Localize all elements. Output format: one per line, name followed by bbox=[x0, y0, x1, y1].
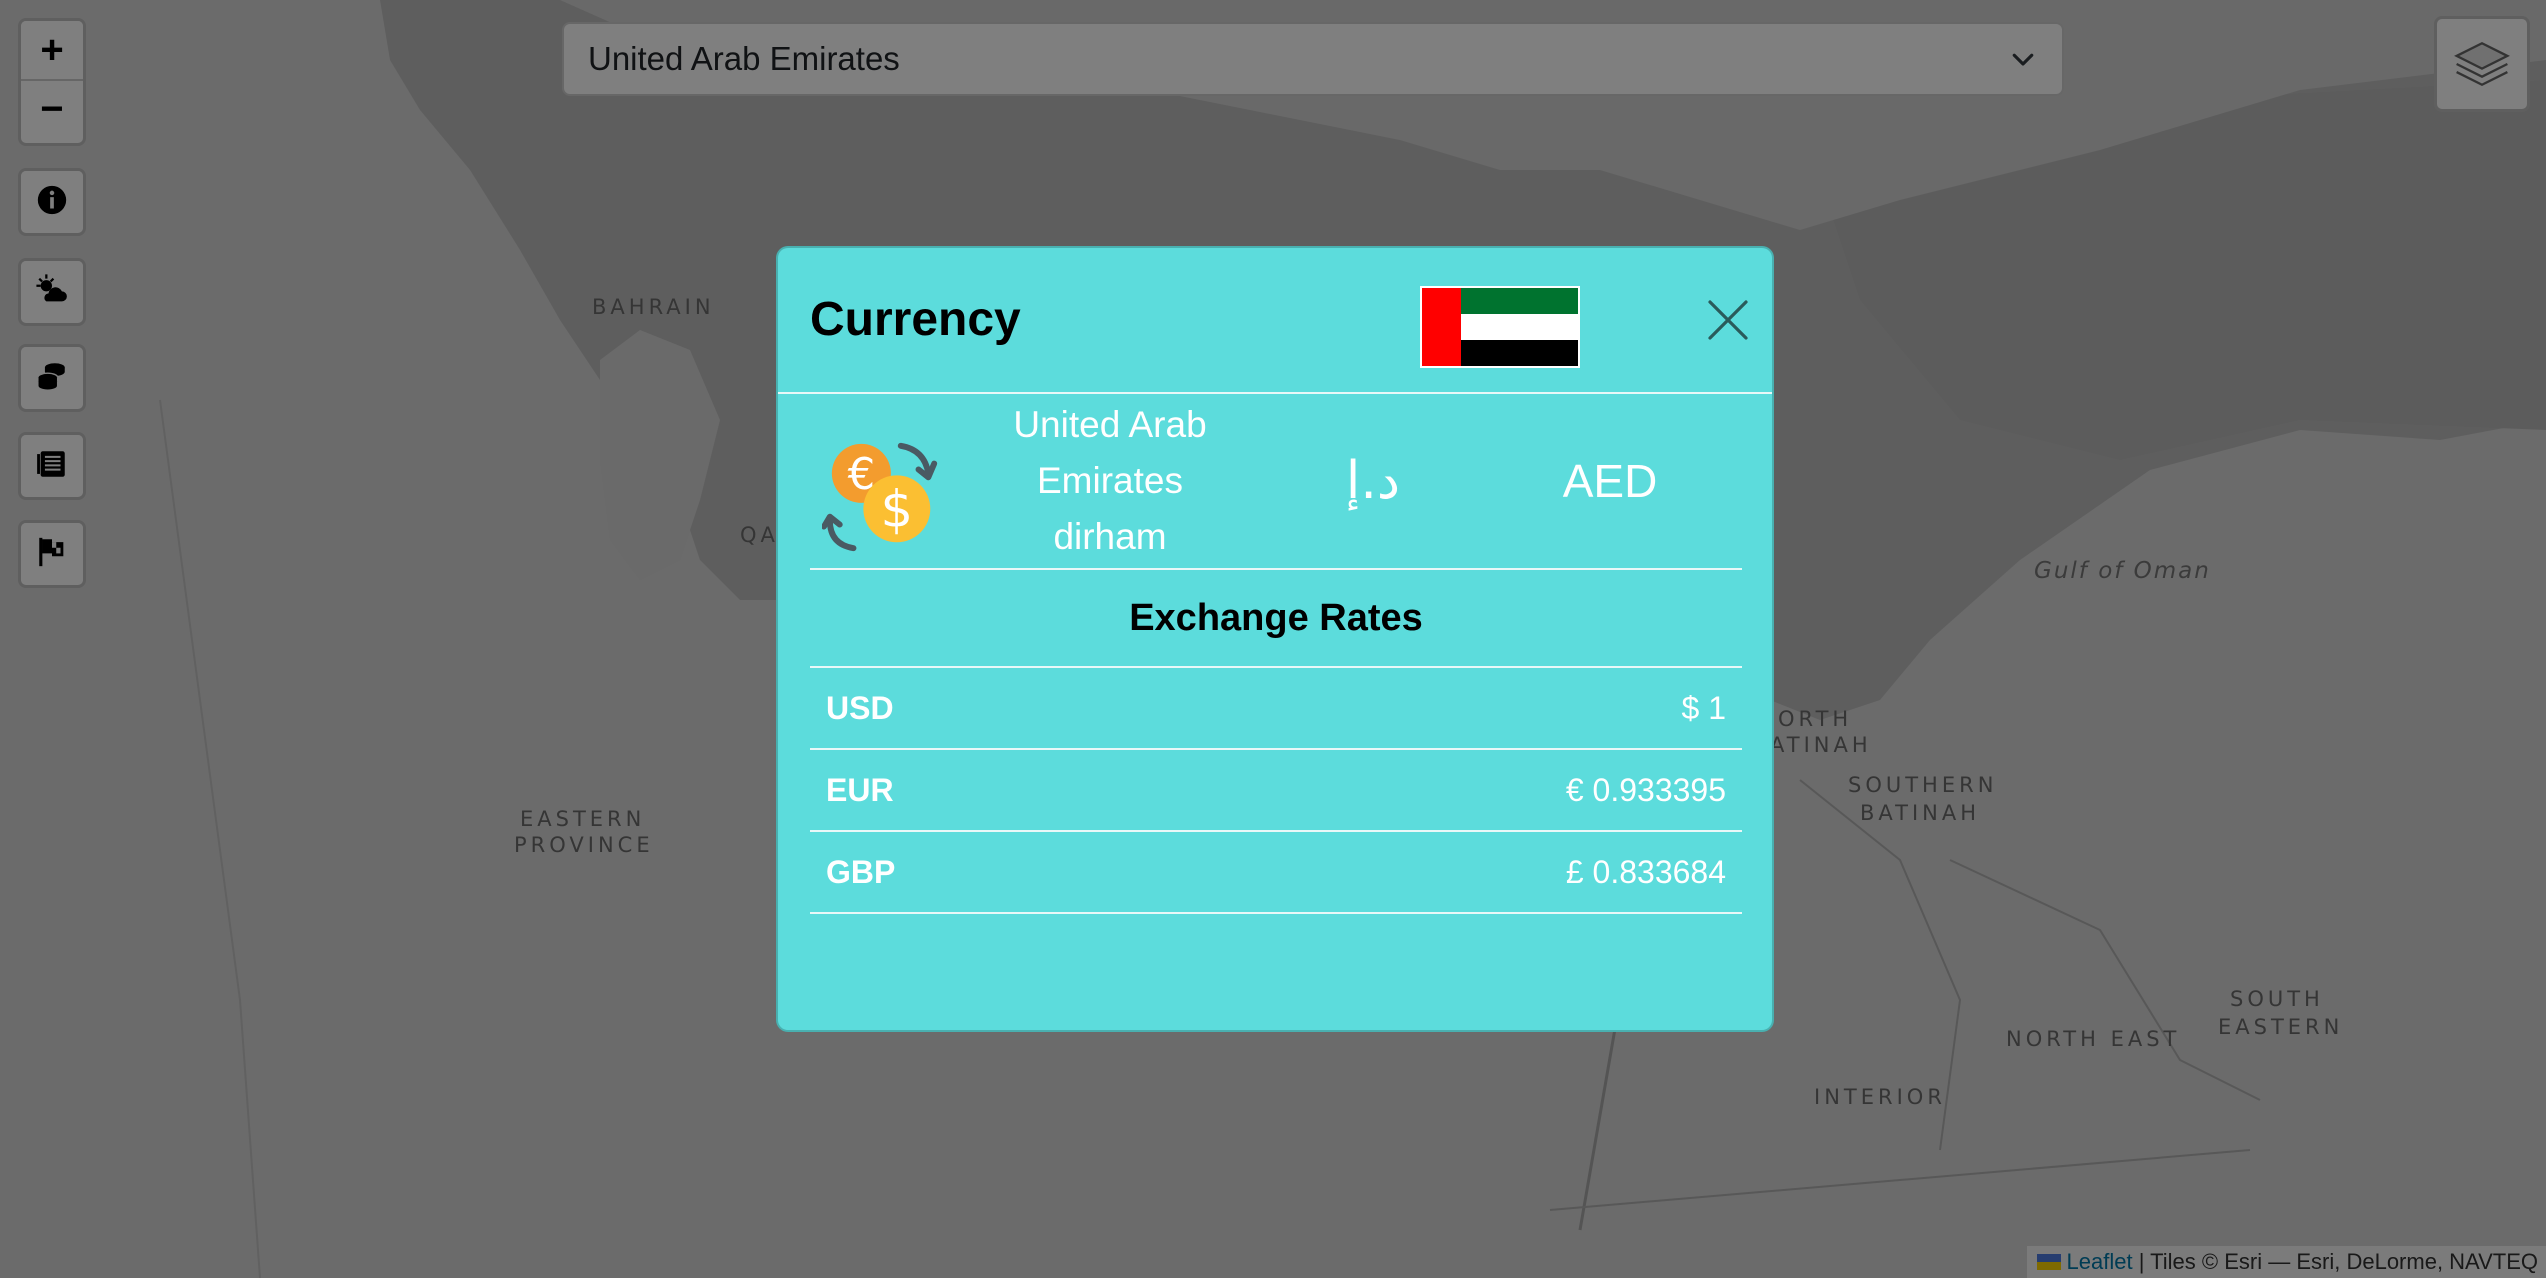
currency-info-row: € $ United Arab Emirates dirham د.إ AED bbox=[810, 394, 1742, 570]
modal-header: Currency bbox=[778, 248, 1772, 394]
rate-code: USD bbox=[810, 668, 1132, 750]
rate-value: € 0.933395 bbox=[1131, 749, 1742, 832]
currency-name: United Arab Emirates dirham bbox=[1013, 404, 1207, 557]
close-icon bbox=[1708, 300, 1748, 340]
currency-modal: Currency € $ United Arab Emirates dirham… bbox=[776, 246, 1774, 1032]
uae-flag-icon bbox=[1420, 286, 1580, 368]
modal-title: Currency bbox=[810, 293, 1021, 346]
close-button[interactable] bbox=[1704, 296, 1752, 344]
app-root: BAHRAIN QA EASTERN PROVINCE Gulf of Oman… bbox=[0, 0, 2546, 1278]
rate-value: $ 1 bbox=[1131, 668, 1742, 750]
rate-row-eur: EUR € 0.933395 bbox=[810, 749, 1742, 832]
exchange-rates-heading: Exchange Rates bbox=[810, 570, 1742, 668]
rate-value: £ 0.833684 bbox=[1131, 831, 1742, 914]
currency-code: AED bbox=[1562, 455, 1658, 507]
currency-symbol: د.إ bbox=[1345, 451, 1401, 511]
exchange-rates-table: USD $ 1 EUR € 0.933395 GBP £ 0.833684 bbox=[810, 668, 1742, 914]
currency-exchange-icon: € $ bbox=[822, 442, 938, 552]
rate-code: GBP bbox=[810, 831, 1132, 914]
svg-text:$: $ bbox=[881, 480, 914, 540]
rate-row-usd: USD $ 1 bbox=[810, 668, 1742, 750]
rate-code: EUR bbox=[810, 749, 1132, 832]
rate-row-gbp: GBP £ 0.833684 bbox=[810, 831, 1742, 914]
